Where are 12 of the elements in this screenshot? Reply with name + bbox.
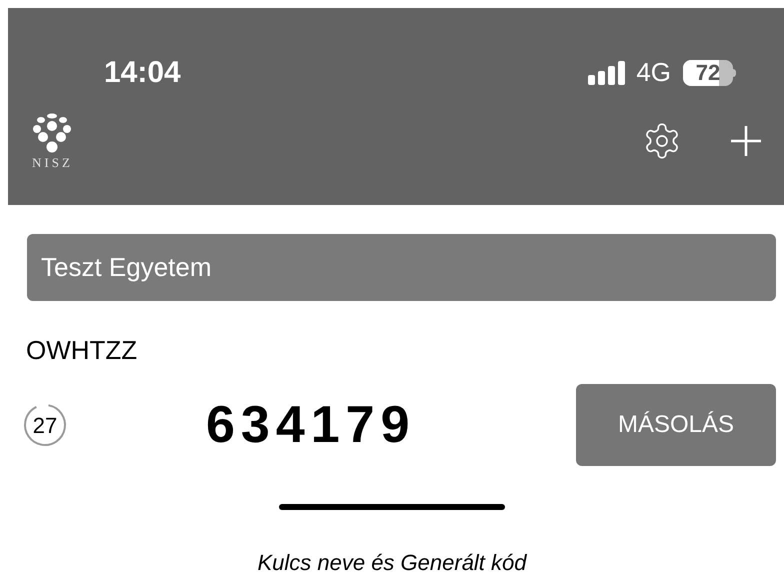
logo-icon — [32, 113, 72, 153]
countdown-timer: 27 — [22, 402, 68, 448]
account-name-bar[interactable]: Teszt Egyetem — [27, 234, 776, 301]
logo-text: NISZ — [32, 154, 73, 172]
generated-code: 634179 — [206, 395, 416, 456]
network-label: 4G — [636, 56, 671, 89]
copy-button[interactable]: MÁSOLÁS — [576, 384, 776, 466]
key-name: OWHTZZ — [26, 334, 138, 367]
status-time: 14:04 — [104, 55, 181, 91]
battery-level: 72 — [694, 60, 722, 86]
add-icon[interactable] — [730, 124, 762, 156]
caption: Kulcs neve és Generált kód — [257, 549, 527, 577]
